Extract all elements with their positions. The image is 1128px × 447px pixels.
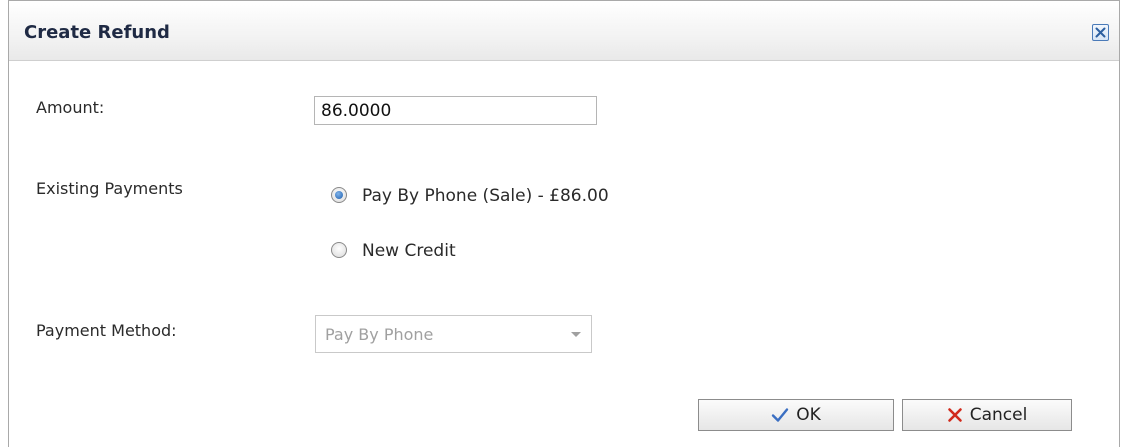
radio-pay-by-phone-sale[interactable] [331, 187, 347, 203]
ok-button[interactable]: OK [698, 399, 894, 431]
close-button[interactable] [1092, 24, 1109, 41]
radio-label-pay-by-phone-sale[interactable]: Pay By Phone (Sale) - £86.00 [362, 186, 609, 206]
radio-new-credit[interactable] [331, 242, 347, 258]
radio-label-new-credit[interactable]: New Credit [362, 241, 456, 261]
chevron-down-icon [571, 332, 581, 337]
payment-method-select[interactable]: Pay By Phone [315, 315, 592, 353]
payment-method-value: Pay By Phone [325, 325, 434, 344]
cancel-button-label: Cancel [969, 405, 1028, 425]
amount-label: Amount: [36, 98, 105, 117]
close-icon [1095, 27, 1106, 38]
checkmark-icon [771, 407, 789, 423]
create-refund-dialog: Create Refund Amount: Existing Payments … [8, 0, 1120, 447]
existing-payments-label: Existing Payments [36, 179, 183, 198]
payment-method-label: Payment Method: [36, 321, 177, 340]
dialog-titlebar: Create Refund [9, 1, 1119, 61]
amount-input[interactable] [314, 96, 597, 125]
dialog-title: Create Refund [24, 22, 170, 43]
cross-icon [947, 407, 963, 423]
ok-button-label: OK [796, 405, 821, 425]
cancel-button[interactable]: Cancel [902, 399, 1072, 431]
